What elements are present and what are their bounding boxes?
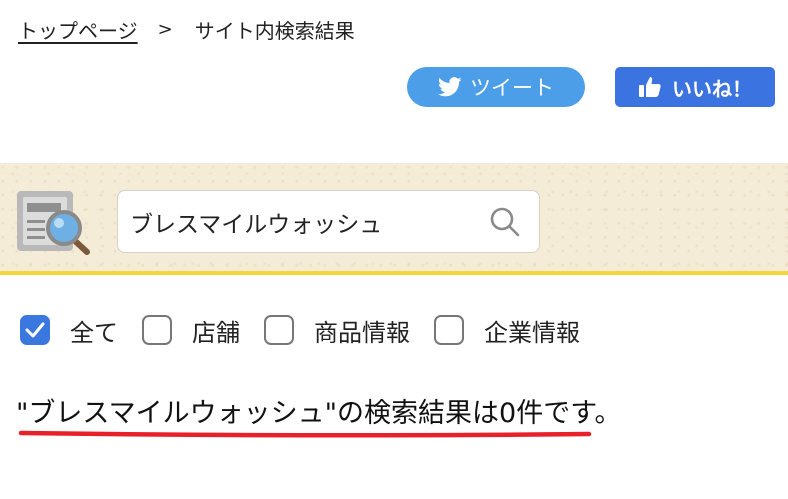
filter-stores-checkbox[interactable] xyxy=(142,315,172,345)
filter-all-checkbox[interactable] xyxy=(20,315,50,345)
thumbs-up-icon xyxy=(639,77,661,97)
tweet-button[interactable]: ツイート xyxy=(407,67,585,107)
filter-stores[interactable]: 店舗 xyxy=(142,313,240,348)
filter-products-label: 商品情報 xyxy=(314,318,410,347)
search-band xyxy=(0,163,788,275)
breadcrumb-current: サイト内検索結果 xyxy=(194,18,355,43)
filter-stores-label: 店舗 xyxy=(192,318,240,347)
tweet-label: ツイート xyxy=(470,76,554,100)
search-icon[interactable] xyxy=(489,206,521,238)
search-box xyxy=(117,190,540,253)
result-message: "ブレスマイルウォッシュ"の検索結果は0件です。 xyxy=(16,398,622,429)
document-search-icon xyxy=(17,191,90,255)
breadcrumb-separator: > xyxy=(157,18,173,40)
breadcrumb: トップページ > サイト内検索結果 xyxy=(18,14,355,44)
category-filters: 全て 店舗 商品情報 企業情報 xyxy=(20,311,604,349)
filter-all[interactable]: 全て xyxy=(20,313,118,348)
search-results-page: トップページ > サイト内検索結果 ツイート いいね！ ブレスマイルウォッシュ … xyxy=(0,0,788,499)
like-label: いいね！ xyxy=(672,76,752,101)
filter-products[interactable]: 商品情報 xyxy=(264,313,410,348)
filter-products-checkbox[interactable] xyxy=(264,315,294,345)
checkmark-icon xyxy=(25,322,45,338)
filter-company-checkbox[interactable] xyxy=(434,315,464,345)
twitter-bird-icon xyxy=(438,77,462,97)
filter-company-label: 企業情報 xyxy=(484,318,580,347)
filter-all-label: 全て xyxy=(70,318,118,347)
red-underline-annotation xyxy=(18,430,592,438)
search-input[interactable] xyxy=(130,191,480,252)
like-button[interactable]: いいね！ xyxy=(615,67,775,107)
filter-company[interactable]: 企業情報 xyxy=(434,313,580,348)
breadcrumb-home-link[interactable]: トップページ xyxy=(18,15,138,44)
